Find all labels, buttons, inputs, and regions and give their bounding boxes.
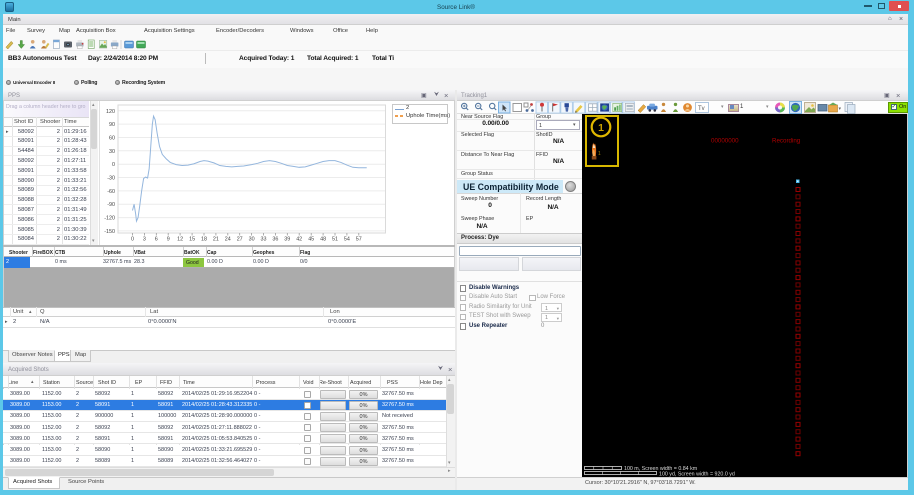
svg-text:-150: -150 [104, 229, 115, 235]
svg-text:-120: -120 [104, 216, 115, 222]
svg-text:Tv: Tv [698, 106, 705, 112]
svg-text:45: 45 [308, 237, 314, 243]
svg-text:3: 3 [143, 237, 146, 243]
svg-text:-30: -30 [107, 176, 115, 182]
svg-text:30: 30 [109, 149, 115, 155]
svg-text:24: 24 [225, 237, 231, 243]
svg-text:12: 12 [177, 237, 183, 243]
svg-text:▾: ▾ [839, 106, 842, 112]
svg-text:0: 0 [112, 162, 115, 168]
svg-text:-90: -90 [107, 202, 115, 208]
svg-text:90: 90 [109, 122, 115, 128]
svg-text:57: 57 [356, 237, 362, 243]
svg-text:51: 51 [332, 237, 338, 243]
svg-text:21: 21 [213, 237, 219, 243]
svg-text:54: 54 [344, 237, 350, 243]
svg-text:-60: -60 [107, 189, 115, 195]
svg-text:42: 42 [296, 237, 302, 243]
svg-text:27: 27 [237, 237, 243, 243]
svg-text:39: 39 [284, 237, 290, 243]
svg-text:30: 30 [249, 237, 255, 243]
svg-text:36: 36 [272, 237, 278, 243]
svg-text:60: 60 [109, 136, 115, 142]
svg-text:120: 120 [106, 109, 115, 115]
svg-text:0: 0 [131, 237, 134, 243]
svg-text:33: 33 [261, 237, 267, 243]
svg-text:48: 48 [320, 237, 326, 243]
svg-text:9: 9 [167, 237, 170, 243]
svg-text:15: 15 [189, 237, 195, 243]
svg-text:6: 6 [155, 237, 158, 243]
svg-text:18: 18 [201, 237, 207, 243]
